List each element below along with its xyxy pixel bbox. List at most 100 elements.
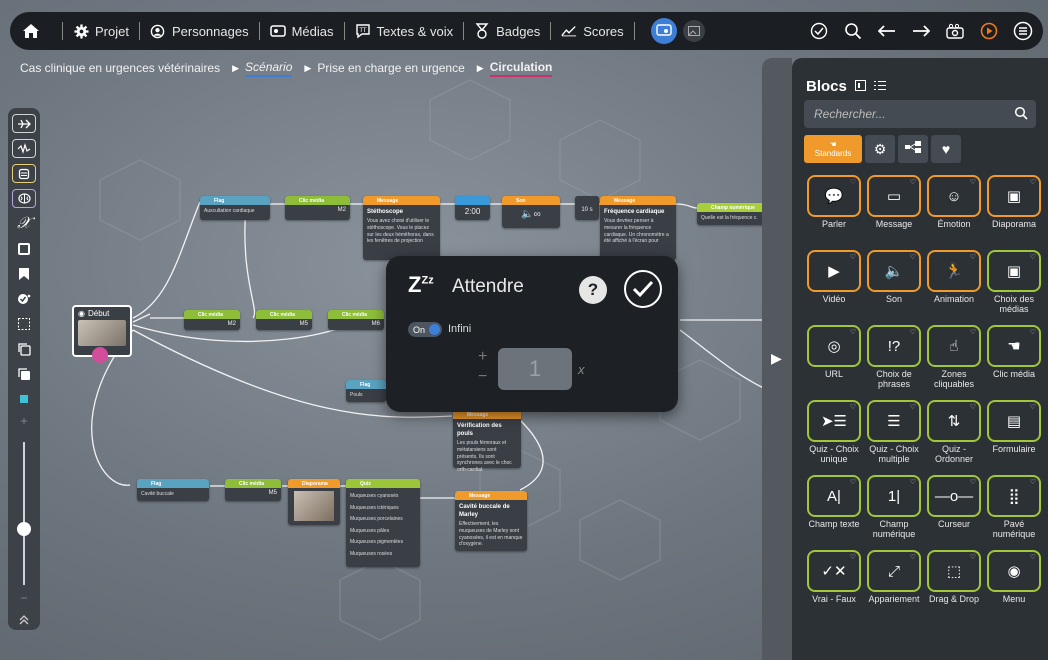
favorite-heart-icon[interactable]: ♡ — [850, 478, 856, 486]
nav-medias[interactable]: Médias — [269, 23, 334, 39]
favorite-heart-icon[interactable]: ♡ — [850, 328, 856, 336]
block-true-false[interactable]: ♡ ✓✕ Vrai - Faux — [804, 550, 864, 623]
block-tile[interactable]: ♡ A| — [807, 475, 861, 517]
block-menu-lifebuoy[interactable]: ♡ ◉ Menu — [984, 550, 1044, 623]
validate-icon[interactable] — [809, 21, 829, 41]
search-icon[interactable] — [1014, 106, 1028, 123]
block-keypad[interactable]: ♡ ⣿ Pavé numérique — [984, 475, 1044, 548]
wave-icon[interactable] — [12, 139, 36, 159]
block-speech-bubble[interactable]: ♡ 💬 Parler — [804, 175, 864, 248]
block-sentence-choice[interactable]: ♡!? Choix de phrases — [864, 325, 924, 398]
favorite-heart-icon[interactable]: ♡ — [910, 328, 916, 336]
favorite-heart-icon[interactable]: ♡ — [970, 478, 976, 486]
select-area-icon[interactable] — [12, 314, 36, 333]
zoom-slider[interactable] — [17, 442, 31, 585]
block-tile[interactable]: ♡ ☝ — [927, 325, 981, 367]
grid-view-icon[interactable] — [854, 78, 866, 95]
node-clic-media-m5-b[interactable]: Clic média M5 — [225, 479, 281, 501]
play-icon[interactable] — [979, 21, 999, 41]
block-animation[interactable]: ♡ 🏃 Animation — [924, 250, 984, 323]
nav-personnages[interactable]: Personnages — [150, 23, 249, 39]
block-tile[interactable]: ♡ ◎ — [807, 325, 861, 367]
node-son[interactable]: Son 🔈∞ — [502, 196, 560, 228]
brain-icon[interactable] — [12, 189, 36, 209]
scenario-mode-button[interactable] — [650, 18, 677, 44]
node-diaporama[interactable]: Diaporama — [288, 479, 340, 525]
favorite-heart-icon[interactable]: ♡ — [1030, 328, 1036, 336]
block-tile[interactable]: ♡ ☰ — [867, 400, 921, 442]
bookmark-icon[interactable] — [12, 264, 36, 283]
block-tile[interactable]: ♡ ✓✕ — [807, 550, 861, 592]
block-tile[interactable]: ♡ ⇅ — [927, 400, 981, 442]
home-icon[interactable] — [20, 20, 42, 42]
favorite-heart-icon[interactable]: ♡ — [910, 553, 916, 561]
block-tile[interactable]: ♡ ▶ — [807, 250, 861, 292]
block-text-field[interactable]: ♡ A| Champ texte — [804, 475, 864, 548]
favorite-heart-icon[interactable]: ♡ — [1030, 478, 1036, 486]
block-tile[interactable]: ♡ ☚ — [987, 325, 1041, 367]
search-icon[interactable] — [843, 21, 863, 41]
favorite-heart-icon[interactable]: ♡ — [910, 478, 916, 486]
zoom-fit-icon[interactable] — [12, 389, 36, 408]
block-matching[interactable]: ♡ ⤢ Appariement — [864, 550, 924, 623]
zoom-out-icon[interactable]: − — [20, 591, 27, 605]
block-video[interactable]: ♡ ▶ Vidéo — [804, 250, 864, 323]
block-tile[interactable]: ♡ 🏃 — [927, 250, 981, 292]
block-media-choice[interactable]: ♡ ▣ Choix des médias — [984, 250, 1044, 323]
search-input[interactable]: Rechercher... — [804, 100, 1036, 128]
decrement-button[interactable]: − — [478, 368, 487, 386]
image-badge-icon[interactable] — [92, 347, 108, 363]
node-timer-10s[interactable]: 10 s — [575, 196, 599, 220]
nav-projet[interactable]: Projet — [73, 23, 129, 39]
zoom-slider-knob[interactable] — [17, 522, 31, 537]
help-button[interactable]: ? — [579, 276, 607, 304]
infinite-toggle[interactable]: On — [408, 322, 442, 337]
node-quiz[interactable]: Quiz Muqueuses cyanosés Muqueuses ictéri… — [346, 479, 420, 567]
tab-favorites[interactable]: ♥ — [931, 135, 961, 163]
copy-icon[interactable] — [12, 339, 36, 358]
block-tile[interactable]: ♡ 🔈 — [867, 250, 921, 292]
block-click-media[interactable]: ♡ ☚ Clic média — [984, 325, 1044, 398]
node-flag-cavite[interactable]: Flag Cavité buccale — [137, 479, 209, 501]
block-tile[interactable]: ♡ ▣ — [987, 175, 1041, 217]
block-tile[interactable]: ♡ ⤢ — [867, 550, 921, 592]
favorite-heart-icon[interactable]: ♡ — [1030, 253, 1036, 261]
favorite-heart-icon[interactable]: ♡ — [970, 253, 976, 261]
node-timer[interactable]: 2:00 — [455, 196, 490, 220]
block-tile[interactable]: ♡ ☺ — [927, 175, 981, 217]
favorite-heart-icon[interactable]: ♡ — [1030, 178, 1036, 186]
block-slider[interactable]: ♡ —o— Curseur — [924, 475, 984, 548]
nav-badges[interactable]: Badges — [474, 23, 540, 39]
node-message-stethoscope[interactable]: Message Stéthoscope Vous avez choisi d'ut… — [363, 196, 440, 260]
block-tile[interactable]: ♡ ▤ — [987, 400, 1041, 442]
favorite-heart-icon[interactable]: ♡ — [850, 253, 856, 261]
block-quiz-single[interactable]: ♡ ➤☰ Quiz - Choix unique — [804, 400, 864, 473]
block-click-zone[interactable]: ♡ ☝ Zones cliquables — [924, 325, 984, 398]
node-clic-media-m2-b[interactable]: Clic média M2 — [184, 310, 240, 330]
node-clic-media-m6[interactable]: Clic média M6 — [328, 310, 384, 330]
menu-icon[interactable] — [1013, 21, 1033, 41]
favorite-heart-icon[interactable]: ♡ — [910, 403, 916, 411]
arrow-left-icon[interactable] — [877, 21, 897, 41]
confirm-button[interactable] — [624, 270, 662, 308]
node-message-frequence[interactable]: Message Fréquence cardiaque Vous devriez … — [600, 196, 676, 260]
favorite-heart-icon[interactable]: ♡ — [970, 178, 976, 186]
block-tile[interactable]: ♡ ▭ — [867, 175, 921, 217]
favorite-heart-icon[interactable]: ♡ — [970, 403, 976, 411]
expand-arrow-icon[interactable]: ▶ — [771, 350, 782, 367]
duplicate-icon[interactable] — [12, 364, 36, 383]
favorite-heart-icon[interactable]: ♡ — [850, 403, 856, 411]
breadcrumb-project[interactable]: Cas clinique en urgences vétérinaires — [20, 61, 220, 75]
node-flag-pouls[interactable]: Flag Pouls — [346, 380, 386, 402]
collapse-up-icon[interactable] — [12, 611, 36, 630]
plane-icon[interactable] — [12, 114, 36, 134]
block-url[interactable]: ♡ ◎ URL — [804, 325, 864, 398]
block-tile[interactable]: ♡ 1| — [867, 475, 921, 517]
block-tile[interactable]: ♡ ⣿ — [987, 475, 1041, 517]
block-message[interactable]: ♡ ▭ Message — [864, 175, 924, 248]
block-quiz-multiple[interactable]: ♡ ☰ Quiz - Choix multiple — [864, 400, 924, 473]
favorite-heart-icon[interactable]: ♡ — [970, 328, 976, 336]
block-tile[interactable]: ♡ ➤☰ — [807, 400, 861, 442]
layers-icon[interactable] — [12, 164, 36, 184]
increment-button[interactable]: + — [478, 348, 487, 366]
